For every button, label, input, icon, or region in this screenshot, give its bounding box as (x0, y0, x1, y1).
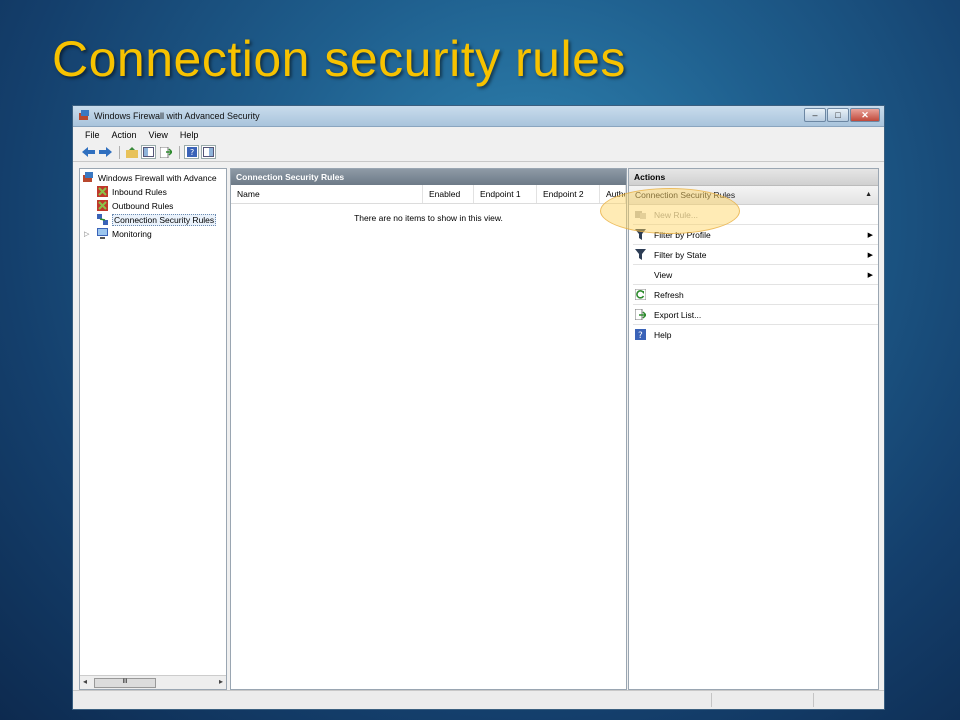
slide-title: Connection security rules (52, 31, 626, 87)
tree-item-label: Outbound Rules (112, 200, 174, 211)
back-arrow-icon[interactable] (81, 145, 96, 159)
menu-file[interactable]: File (85, 130, 100, 140)
tree-item-inbound-rules[interactable]: Inbound Rules (97, 185, 167, 198)
status-segment (711, 693, 712, 707)
action-view[interactable]: View ▶ (629, 265, 878, 284)
action-label: Export List... (654, 309, 702, 320)
results-pane-header: Connection Security Rules (231, 169, 626, 185)
inbound-rules-icon (97, 186, 108, 197)
tree-item-connection-security-rules[interactable]: Connection Security Rules (97, 213, 217, 226)
action-label: Filter by State (654, 249, 707, 260)
toolbar-separator (179, 145, 180, 159)
column-header-endpoint-1[interactable]: Endpoint 1 (474, 185, 537, 203)
filter-icon (635, 249, 646, 260)
firewall-app-icon (79, 110, 89, 120)
show-hide-tree-icon[interactable] (141, 145, 156, 159)
tree-item-label: Monitoring (112, 228, 152, 239)
submenu-arrow-icon: ▶ (867, 231, 873, 239)
menu-help[interactable]: Help (180, 130, 199, 140)
results-pane: Connection Security Rules Name Enabled E… (230, 168, 627, 690)
action-refresh[interactable]: Refresh (629, 285, 878, 304)
connection-security-icon (97, 214, 108, 225)
action-help[interactable]: ? Help (629, 325, 878, 344)
scroll-thumb[interactable]: III (94, 678, 156, 688)
window-title: Windows Firewall with Advanced Security (94, 111, 260, 121)
outbound-rules-icon (97, 200, 108, 211)
status-bar (73, 690, 884, 709)
menu-action[interactable]: Action (112, 130, 137, 140)
show-hide-action-pane-icon[interactable] (201, 145, 216, 159)
svg-text:?: ? (638, 331, 643, 340)
tree-item-monitoring[interactable]: ▷ Monitoring (84, 227, 152, 240)
tree-item-label: Connection Security Rules (112, 213, 217, 226)
maximize-button[interactable]: □ (827, 108, 849, 122)
scroll-right-icon[interactable]: ▸ (219, 677, 223, 686)
mmc-window: Windows Firewall with Advanced Security … (72, 105, 885, 710)
action-export-list[interactable]: Export List... (629, 305, 878, 324)
svg-text:?: ? (190, 148, 194, 157)
column-header-name[interactable]: Name (231, 185, 423, 203)
blank-icon (635, 269, 646, 280)
tree-horizontal-scrollbar[interactable]: ◂ III ▸ (80, 675, 226, 689)
actions-header: Actions (629, 169, 878, 186)
scroll-left-icon[interactable]: ◂ (83, 677, 87, 686)
export-icon[interactable] (158, 145, 173, 159)
action-label: Help (654, 329, 672, 340)
help-icon: ? (635, 329, 646, 340)
submenu-arrow-icon: ▶ (867, 251, 873, 259)
tree-item-label: Inbound Rules (112, 186, 167, 197)
actions-pane: Actions Connection Security Rules ▲ New … (628, 168, 879, 690)
toolbar-separator (119, 145, 120, 159)
menu-bar: File Action View Help (73, 127, 884, 143)
forward-arrow-icon[interactable] (98, 145, 113, 159)
collapse-caret-icon[interactable]: ▲ (865, 186, 872, 204)
export-list-icon (635, 309, 646, 320)
status-segment (813, 693, 814, 707)
menu-view[interactable]: View (149, 130, 168, 140)
action-label: View (654, 269, 673, 280)
help-icon[interactable]: ? (184, 145, 199, 159)
minimize-button[interactable]: – (804, 108, 826, 122)
title-bar[interactable]: Windows Firewall with Advanced Security … (73, 106, 884, 127)
up-folder-icon[interactable] (124, 145, 139, 159)
action-filter-by-state[interactable]: Filter by State ▶ (629, 245, 878, 264)
tree-item-label: Windows Firewall with Advance (98, 172, 217, 183)
console-tree: Windows Firewall with Advance Inbound Ru… (79, 168, 227, 690)
new-rule-highlight (600, 188, 740, 234)
refresh-icon (635, 289, 646, 300)
submenu-arrow-icon: ▶ (867, 271, 873, 279)
column-header-row: Name Enabled Endpoint 1 Endpoint 2 Authe (231, 185, 626, 204)
empty-list-message: There are no items to show in this view. (354, 213, 503, 223)
column-header-endpoint-2[interactable]: Endpoint 2 (537, 185, 600, 203)
tree-item-outbound-rules[interactable]: Outbound Rules (97, 199, 173, 212)
tree-item-root[interactable]: Windows Firewall with Advance (83, 171, 217, 184)
toolbar: ? (73, 143, 884, 162)
action-label: Refresh (654, 289, 684, 300)
monitoring-icon (97, 228, 108, 239)
column-header-enabled[interactable]: Enabled (423, 185, 474, 203)
firewall-icon (83, 172, 93, 182)
expand-arrow-icon[interactable]: ▷ (84, 230, 93, 238)
close-button[interactable]: ✕ (850, 108, 880, 122)
